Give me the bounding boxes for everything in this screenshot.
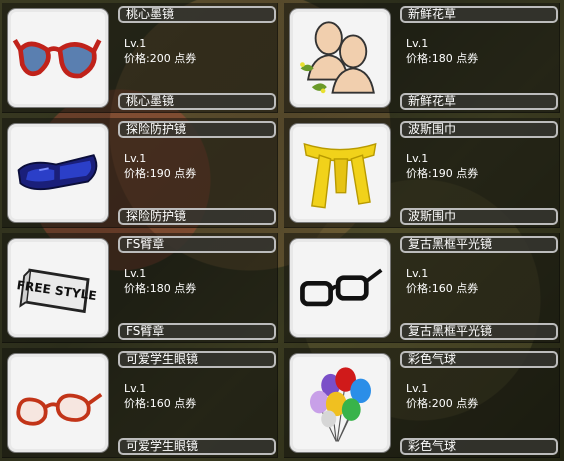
item-level: Lv.1	[124, 267, 147, 280]
balloons-icon	[309, 367, 371, 442]
item-thumbnail[interactable]	[8, 9, 108, 107]
item-name-label: 探险防护镜	[118, 121, 276, 138]
item-name-label: 复古黑框平光镜	[400, 236, 558, 253]
item-name-footer: 可爱学生眼镜	[118, 438, 276, 455]
item-card[interactable]: 可爱学生眼镜 Lv.1 价格:160 点券 可爱学生眼镜	[2, 348, 278, 458]
item-level: Lv.1	[406, 382, 429, 395]
item-name-footer: 新鲜花草	[400, 93, 558, 110]
item-name-label: 桃心墨镜	[118, 6, 276, 23]
item-card[interactable]: 桃心墨镜 Lv.1 价格:200 点券 桃心墨镜	[2, 3, 278, 113]
item-card[interactable]: 波斯围巾 Lv.1 价格:190 点券 波斯围巾	[284, 118, 560, 228]
item-name-footer: 桃心墨镜	[118, 93, 276, 110]
goggles-icon	[17, 154, 98, 191]
item-name-footer: FS臂章	[118, 323, 276, 340]
item-name-label: FS臂章	[118, 236, 276, 253]
item-name-footer: 探险防护镜	[118, 208, 276, 225]
item-thumbnail[interactable]	[290, 9, 390, 107]
item-name-label: 彩色气球	[400, 351, 558, 368]
item-price: 价格:190 点券	[406, 167, 479, 180]
black-frame-glasses-icon	[300, 268, 383, 307]
item-level: Lv.1	[406, 267, 429, 280]
item-price: 价格:190 点券	[124, 167, 197, 180]
item-level: Lv.1	[406, 152, 429, 165]
flower-grass-icon	[300, 21, 375, 94]
item-name-footer: 彩色气球	[400, 438, 558, 455]
item-name-footer: 复古黑框平光镜	[400, 323, 558, 340]
item-level: Lv.1	[124, 382, 147, 395]
item-price: 价格:200 点券	[406, 397, 479, 410]
item-card[interactable]: FREE STYLE FS臂章 Lv.1 价格:180 点券 FS臂章	[2, 233, 278, 343]
item-thumbnail[interactable]: FREE STYLE	[8, 239, 108, 337]
item-price: 价格:200 点券	[124, 52, 197, 65]
item-name-label: 新鲜花草	[400, 6, 558, 23]
item-card[interactable]: 探险防护镜 Lv.1 价格:190 点券 探险防护镜	[2, 118, 278, 228]
item-name-label: 可爱学生眼镜	[118, 351, 276, 368]
item-thumbnail[interactable]	[290, 124, 390, 222]
item-price: 价格:160 点券	[406, 282, 479, 295]
heart-sunglasses-icon	[12, 38, 102, 79]
item-thumbnail[interactable]	[8, 354, 108, 452]
armband-icon: FREE STYLE	[16, 268, 98, 314]
item-card[interactable]: 复古黑框平光镜 Lv.1 价格:160 点券 复古黑框平光镜	[284, 233, 560, 343]
item-price: 价格:160 点券	[124, 397, 197, 410]
student-glasses-icon	[16, 393, 103, 426]
item-thumbnail[interactable]	[290, 239, 390, 337]
item-thumbnail[interactable]	[290, 354, 390, 452]
item-level: Lv.1	[406, 37, 429, 50]
item-level: Lv.1	[124, 152, 147, 165]
item-name-footer: 波斯围巾	[400, 208, 558, 225]
item-price: 价格:180 点券	[406, 52, 479, 65]
item-card[interactable]: 新鲜花草 Lv.1 价格:180 点券 新鲜花草	[284, 3, 560, 113]
item-price: 价格:180 点券	[124, 282, 197, 295]
item-card[interactable]: 彩色气球 Lv.1 价格:200 点券 彩色气球	[284, 348, 560, 458]
item-level: Lv.1	[124, 37, 147, 50]
scarf-icon	[303, 142, 377, 209]
item-thumbnail[interactable]	[8, 124, 108, 222]
item-name-label: 波斯围巾	[400, 121, 558, 138]
item-grid: 桃心墨镜 Lv.1 价格:200 点券 桃心墨镜 新鲜花草 Lv.1 价格:18…	[0, 0, 564, 461]
